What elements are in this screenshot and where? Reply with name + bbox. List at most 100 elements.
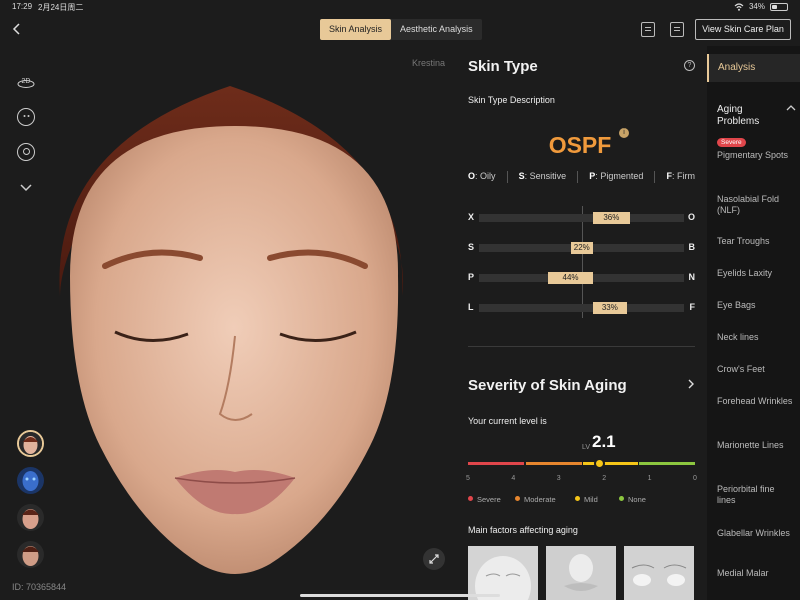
section-divider bbox=[468, 346, 695, 347]
face-thumbnail-normal[interactable] bbox=[17, 430, 44, 457]
legend-pigmented: P: Pigmented bbox=[589, 171, 644, 181]
battery-icon bbox=[770, 2, 788, 11]
status-date: 2月24日周二 bbox=[38, 3, 84, 12]
level-segment bbox=[525, 462, 582, 465]
scale-track bbox=[479, 214, 684, 222]
view-skin-care-plan-button[interactable]: View Skin Care Plan bbox=[695, 19, 791, 40]
severity-title: Severity of Skin Aging bbox=[468, 377, 627, 394]
sidebar-item[interactable]: Pigmentary Spots bbox=[717, 150, 795, 161]
nav-item-analysis-label: Analysis bbox=[718, 62, 756, 73]
sidebar-item[interactable]: Nasolabial Fold (NLF) bbox=[717, 194, 795, 216]
battery-percent: 34% bbox=[748, 2, 765, 11]
help-icon[interactable]: ? bbox=[684, 60, 695, 71]
scale-value-bar: 36% bbox=[593, 212, 630, 224]
scale-row: X O 36% bbox=[468, 212, 695, 224]
sidebar-item[interactable]: Crow's Feet bbox=[717, 364, 795, 375]
scale-value-bar: 33% bbox=[593, 302, 627, 314]
factor-image-nose-mouth[interactable] bbox=[546, 546, 616, 600]
factor-image-forehead[interactable] bbox=[468, 546, 538, 600]
level-tick: 4 bbox=[511, 475, 516, 482]
document-export-icon[interactable] bbox=[670, 22, 684, 37]
legend-oily: O: Oily bbox=[468, 171, 496, 181]
face-thumbnail-uv[interactable] bbox=[17, 467, 44, 494]
factor-image-eyes[interactable] bbox=[624, 546, 694, 600]
sidebar-item[interactable]: Marionette Lines bbox=[717, 440, 795, 451]
face-viewer: 2D Krestina ID: 70365844 bbox=[0, 46, 455, 600]
severe-badge: Severe bbox=[717, 138, 746, 147]
status-time: 17:29 bbox=[12, 2, 33, 11]
sidebar-item[interactable]: Periorbital fine lines bbox=[717, 484, 795, 506]
scale-right-letter: O bbox=[687, 212, 695, 222]
sidebar-item[interactable]: Neck lines bbox=[717, 332, 795, 343]
severity-legend-item: Severe bbox=[468, 495, 501, 504]
expand-icon[interactable] bbox=[423, 548, 445, 570]
sidebar-item[interactable]: Tear Troughs bbox=[717, 236, 795, 247]
nav-group-aging-problems[interactable]: Aging Problems bbox=[717, 104, 777, 128]
level-tick: 0 bbox=[693, 475, 697, 482]
level-tick: 5 bbox=[466, 475, 470, 482]
right-nav: Analysis Aging Problems Severe Pigmentar… bbox=[707, 46, 800, 600]
severity-legend-label: None bbox=[628, 495, 646, 504]
level-segment bbox=[639, 462, 695, 465]
severity-legend-item: Moderate bbox=[515, 495, 556, 504]
compare-report-icon[interactable] bbox=[641, 22, 655, 37]
legend-dot-icon bbox=[515, 496, 520, 501]
scale-right-letter: F bbox=[689, 302, 696, 312]
level-tick: 3 bbox=[556, 475, 561, 482]
back-chevron-icon[interactable] bbox=[8, 20, 26, 38]
legend-divider bbox=[577, 171, 579, 183]
battery-fill bbox=[772, 4, 777, 9]
current-level-label: Your current level is bbox=[468, 416, 547, 426]
top-toolbar: Skin Analysis Aesthetic Analysis View Sk… bbox=[0, 14, 800, 46]
status-bar: 17:29 2月24日周二 34% bbox=[0, 0, 800, 14]
level-segment bbox=[582, 462, 639, 465]
scale-row: L F 33% bbox=[468, 302, 695, 314]
info-icon[interactable]: i bbox=[619, 128, 629, 138]
face-scan-icon[interactable] bbox=[17, 143, 35, 161]
skin-type-description-label: Skin Type Description bbox=[468, 95, 555, 105]
chevron-right-icon[interactable] bbox=[686, 378, 696, 393]
legend-divider bbox=[654, 171, 656, 183]
legend-firm: F: Firm bbox=[666, 171, 695, 181]
skin-type-legend: O: Oily S: Sensitive P: Pigmented F: Fir… bbox=[468, 171, 695, 183]
severity-legend-label: Moderate bbox=[524, 495, 556, 504]
sidebar-item[interactable]: Medial Malar bbox=[717, 568, 795, 579]
scale-right-letter: B bbox=[688, 242, 696, 252]
home-indicator bbox=[300, 594, 500, 597]
aging-level-value: 2.1 bbox=[592, 432, 616, 451]
scale-left-letter: S bbox=[468, 242, 475, 252]
3d-view-icon[interactable]: 2D bbox=[17, 73, 35, 91]
wifi-icon bbox=[734, 2, 744, 11]
face-rotate-icon[interactable] bbox=[17, 108, 35, 126]
chevron-down-icon[interactable] bbox=[17, 178, 35, 196]
face-thumbnail-brown-zone[interactable] bbox=[17, 541, 44, 568]
level-marker bbox=[594, 458, 606, 469]
severity-legend-label: Severe bbox=[477, 495, 501, 504]
scale-track bbox=[479, 304, 684, 312]
tab-aesthetic-analysis[interactable]: Aesthetic Analysis bbox=[391, 19, 482, 40]
tab-skin-analysis[interactable]: Skin Analysis bbox=[320, 19, 392, 40]
legend-divider bbox=[506, 171, 508, 183]
nav-item-analysis[interactable]: Analysis bbox=[707, 54, 800, 82]
scale-row: P N 44% bbox=[468, 272, 695, 284]
sidebar-item[interactable]: Forehead Wrinkles bbox=[717, 396, 795, 407]
patient-id: ID: 70365844 bbox=[12, 582, 67, 592]
sidebar-item[interactable]: Glabellar Wrinkles bbox=[717, 528, 795, 539]
chevron-up-icon[interactable] bbox=[786, 104, 796, 115]
severity-legend-label: Mild bbox=[584, 495, 598, 504]
level-segment bbox=[468, 462, 524, 465]
legend-dot-icon bbox=[468, 496, 473, 501]
status-right: 34% bbox=[734, 2, 788, 11]
skin-type-code: OSPF bbox=[548, 132, 612, 158]
severity-legend-item: None bbox=[619, 495, 646, 504]
sidebar-item[interactable]: Eye Bags bbox=[717, 300, 795, 311]
scale-left-letter: L bbox=[468, 302, 474, 312]
sidebar-item[interactable]: Eyelids Laxity bbox=[717, 268, 795, 279]
analysis-segmented-control: Skin Analysis Aesthetic Analysis bbox=[320, 19, 482, 40]
level-tick: 1 bbox=[647, 475, 652, 482]
face-thumbnail-red-zone[interactable] bbox=[17, 504, 44, 531]
face-3d-model[interactable] bbox=[40, 86, 430, 596]
owner-name: Krestina bbox=[412, 58, 446, 68]
legend-dot-icon bbox=[575, 496, 580, 501]
level-tick: 2 bbox=[602, 475, 607, 482]
